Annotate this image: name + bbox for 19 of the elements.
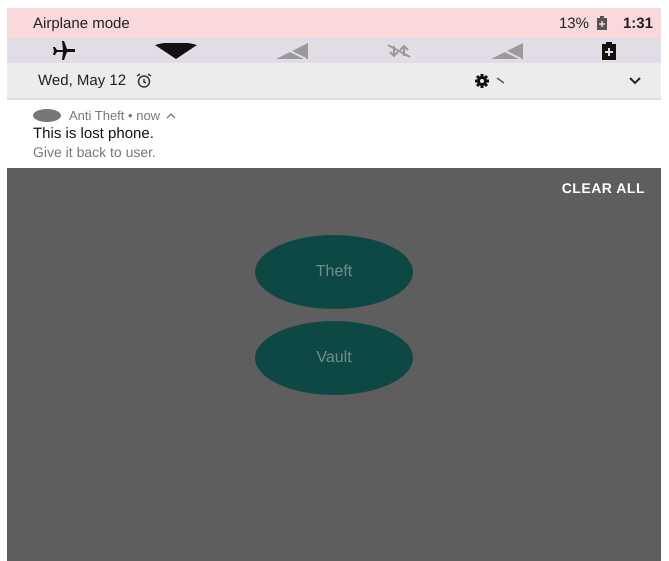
notification-title: This is lost phone.: [33, 125, 155, 142]
chevron-down-icon[interactable]: [629, 76, 641, 84]
notification-text: Give it back to user.: [33, 144, 157, 160]
notification-header: Anti Theft • now: [69, 108, 160, 123]
wifi-icon[interactable]: [154, 42, 197, 58]
chevron-up-icon[interactable]: [166, 112, 176, 118]
alarm-clock-icon: [136, 73, 152, 88]
battery-icon: [596, 16, 607, 30]
battery-percent: 13%: [558, 14, 589, 32]
oval-button[interactable]: Theft: [255, 235, 413, 309]
battery-saver-icon[interactable]: [602, 42, 616, 60]
clock: 1:31: [622, 14, 653, 32]
settings-icon[interactable]: [474, 72, 490, 88]
date-text: Wed, May 12: [38, 72, 126, 89]
clear-all-button[interactable]: CLEAR ALL: [558, 178, 649, 198]
airplane-icon[interactable]: [52, 40, 76, 60]
oval-button[interactable]: Vault: [255, 321, 413, 395]
app-icon: [33, 109, 61, 122]
status-text: Airplane mode: [33, 14, 130, 32]
